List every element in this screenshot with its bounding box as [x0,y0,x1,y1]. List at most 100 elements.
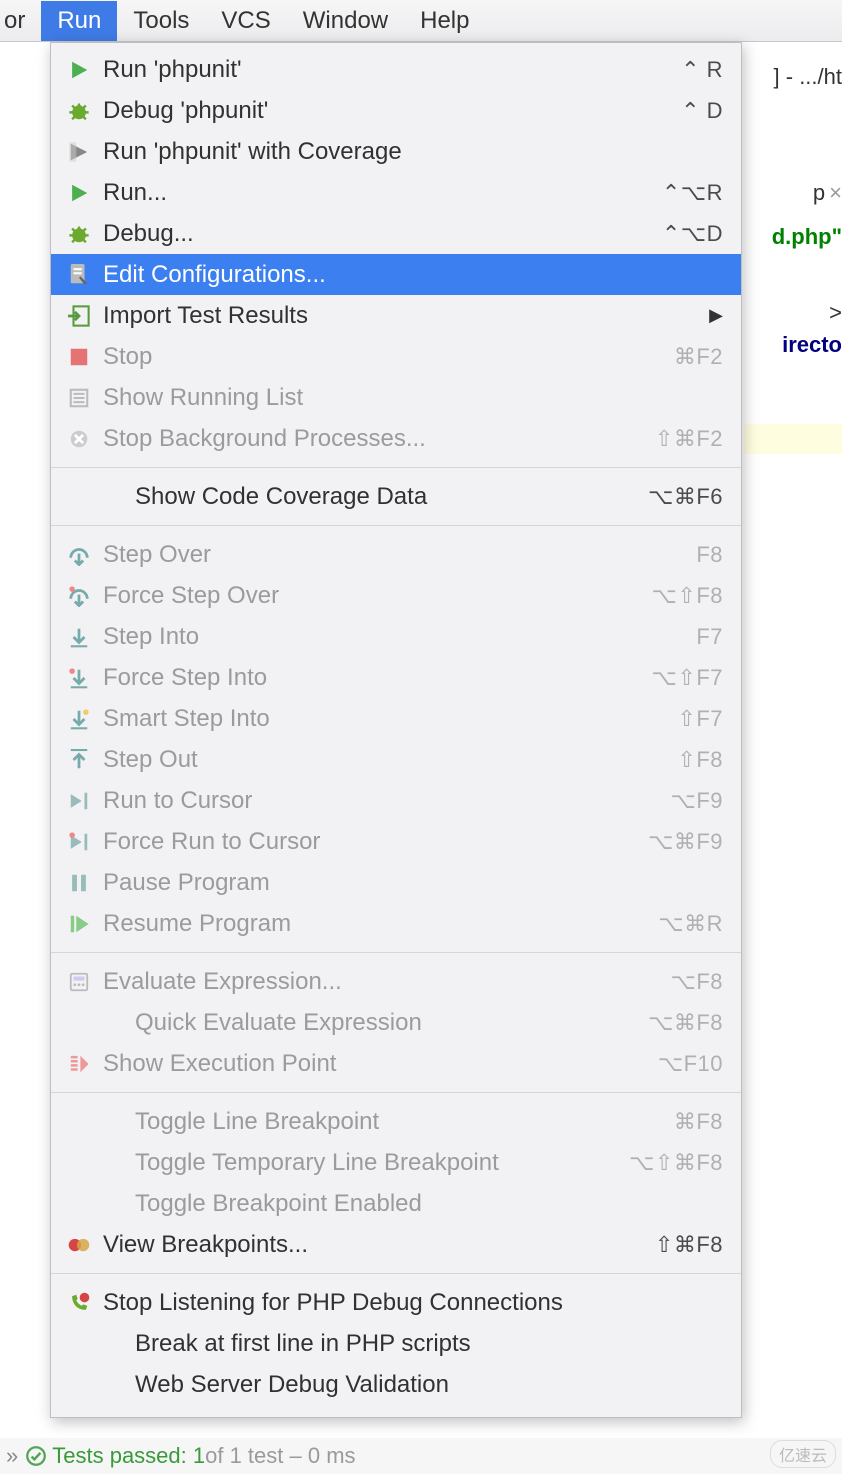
menu-item-label: Web Server Debug Validation [135,1371,723,1399]
run-menu-dropdown: Run 'phpunit'⌃ RDebug 'phpunit'⌃ DRun 'p… [50,42,742,1418]
menu-item-label: Stop Background Processes... [103,425,655,453]
menu-separator [51,467,741,468]
menu-item-label: Run to Cursor [103,787,670,815]
step-out-icon [63,749,95,771]
menu-item-label: Show Execution Point [103,1050,658,1078]
menu-item-shortcut: ⇧⌘F8 [655,1232,723,1258]
menu-item-show-code-coverage-data[interactable]: Show Code Coverage Data⌥⌘F6 [51,476,741,517]
menu-item-label: Step Into [103,623,696,651]
step-into-icon [63,626,95,648]
menu-item-run-phpunit-with-coverage[interactable]: Run 'phpunit' with Coverage [51,131,741,172]
exec-point-icon [63,1053,95,1075]
menu-item-shortcut: ⌥⌘F9 [648,829,723,855]
menu-item-shortcut: ⌃⌥D [662,221,723,247]
menu-item-debug-phpunit[interactable]: Debug 'phpunit'⌃ D [51,90,741,131]
menu-item-edit-configurations[interactable]: Edit Configurations... [51,254,741,295]
stop-icon [63,346,95,368]
list-icon [63,387,95,409]
play-green-icon [63,182,95,204]
menu-item-shortcut: ⇧⌘F2 [655,426,723,452]
tests-passed-text: Tests passed: 1 [52,1443,205,1469]
menu-item-label: Pause Program [103,869,723,897]
menu-item-toggle-line-breakpoint: Toggle Line Breakpoint⌘F8 [51,1101,741,1142]
menu-item-run[interactable]: Run...⌃⌥R [51,172,741,213]
menu-item-step-over: Step OverF8 [51,534,741,575]
menu-item-label: Toggle Breakpoint Enabled [135,1190,723,1218]
menu-item-shortcut: ⌥⌘R [658,911,723,937]
menu-item-debug[interactable]: Debug...⌃⌥D [51,213,741,254]
menu-item-stop-background-processes: Stop Background Processes...⇧⌘F2 [51,418,741,459]
menu-item-web-server-debug-validation[interactable]: Web Server Debug Validation [51,1364,741,1405]
bug-green-icon [63,100,95,122]
menu-tools[interactable]: Tools [117,1,205,41]
menu-item-label: Evaluate Expression... [103,968,670,996]
menu-item-shortcut: ⇧F7 [677,706,723,732]
force-step-over-icon [63,585,95,607]
menu-item-run-to-cursor: Run to Cursor⌥F9 [51,780,741,821]
menu-item-label: Run 'phpunit' [103,56,681,84]
menu-item-label: Force Step Over [103,582,652,610]
menu-item-shortcut: ⌘F2 [674,344,723,370]
menu-item-force-run-to-cursor: Force Run to Cursor⌥⌘F9 [51,821,741,862]
menu-item-label: Toggle Temporary Line Breakpoint [135,1149,629,1177]
menubar: or Run Tools VCS Window Help [0,0,842,42]
menu-run[interactable]: Run [41,1,117,41]
menu-item-force-step-into: Force Step Into⌥⇧F7 [51,657,741,698]
menu-window[interactable]: Window [287,1,404,41]
menu-item-run-phpunit[interactable]: Run 'phpunit'⌃ R [51,49,741,90]
bug-green-icon [63,223,95,245]
breakpoints-icon [63,1234,95,1256]
menu-separator [51,525,741,526]
force-run-to-cursor-icon [63,831,95,853]
menu-vcs[interactable]: VCS [205,1,286,41]
menu-item-label: Import Test Results [103,302,699,330]
menu-item-stop: Stop⌘F2 [51,336,741,377]
menu-item-label: View Breakpoints... [103,1231,655,1259]
menu-item-label: Break at first line in PHP scripts [135,1330,723,1358]
menu-item-show-execution-point: Show Execution Point⌥F10 [51,1043,741,1084]
menu-item-show-running-list: Show Running List [51,377,741,418]
menu-item-view-breakpoints[interactable]: View Breakpoints...⇧⌘F8 [51,1224,741,1265]
resume-icon [63,913,95,935]
bg-tab2: p× [813,180,842,206]
menu-help[interactable]: Help [404,1,485,41]
menu-item-label: Toggle Line Breakpoint [135,1108,674,1136]
menu-item-label: Step Over [103,541,696,569]
menu-item-shortcut: ⌘F8 [674,1109,723,1135]
menu-item-label: Smart Step Into [103,705,677,733]
bg-code-php: d.php" [772,224,842,250]
menu-item-shortcut: ⌥⌘F8 [648,1010,723,1036]
pause-icon [63,872,95,894]
menu-item-import-test-results[interactable]: Import Test Results▶ [51,295,741,336]
menu-item-resume-program: Resume Program⌥⌘R [51,903,741,944]
menu-item-force-step-over: Force Step Over⌥⇧F8 [51,575,741,616]
menu-item-stop-listening-for-php-debug-connections[interactable]: Stop Listening for PHP Debug Connections [51,1282,741,1323]
menu-separator [51,1092,741,1093]
menubar-prefix: or [0,1,41,41]
play-green-icon [63,59,95,81]
menu-item-step-into: Step IntoF7 [51,616,741,657]
menu-item-label: Resume Program [103,910,658,938]
menu-item-shortcut: ⇧F8 [677,747,723,773]
bg-highlight [744,424,842,454]
menu-item-shortcut: ⌥F9 [670,788,723,814]
menu-item-label: Edit Configurations... [103,261,723,289]
calc-icon [63,971,95,993]
bg-arrow: > [829,300,842,326]
step-over-icon [63,544,95,566]
menu-item-label: Step Out [103,746,677,774]
menu-item-label: Force Run to Cursor [103,828,648,856]
menu-item-shortcut: ⌥⌘F6 [648,484,723,510]
menu-item-shortcut: ⌃ R [681,57,723,83]
status-chevron: » [6,1443,18,1469]
menu-item-label: Run... [103,179,662,207]
menu-item-label: Quick Evaluate Expression [135,1009,648,1037]
watermark: 亿速云 [770,1440,836,1468]
phone-icon [63,1292,95,1314]
bg-text2: irecto [782,332,842,358]
menu-item-step-out: Step Out⇧F8 [51,739,741,780]
edit-icon [63,264,95,286]
menu-item-break-at-first-line-in-php-scripts[interactable]: Break at first line in PHP scripts [51,1323,741,1364]
smart-step-into-icon [63,708,95,730]
bg-tab-text: ] - .../ht [774,64,842,90]
